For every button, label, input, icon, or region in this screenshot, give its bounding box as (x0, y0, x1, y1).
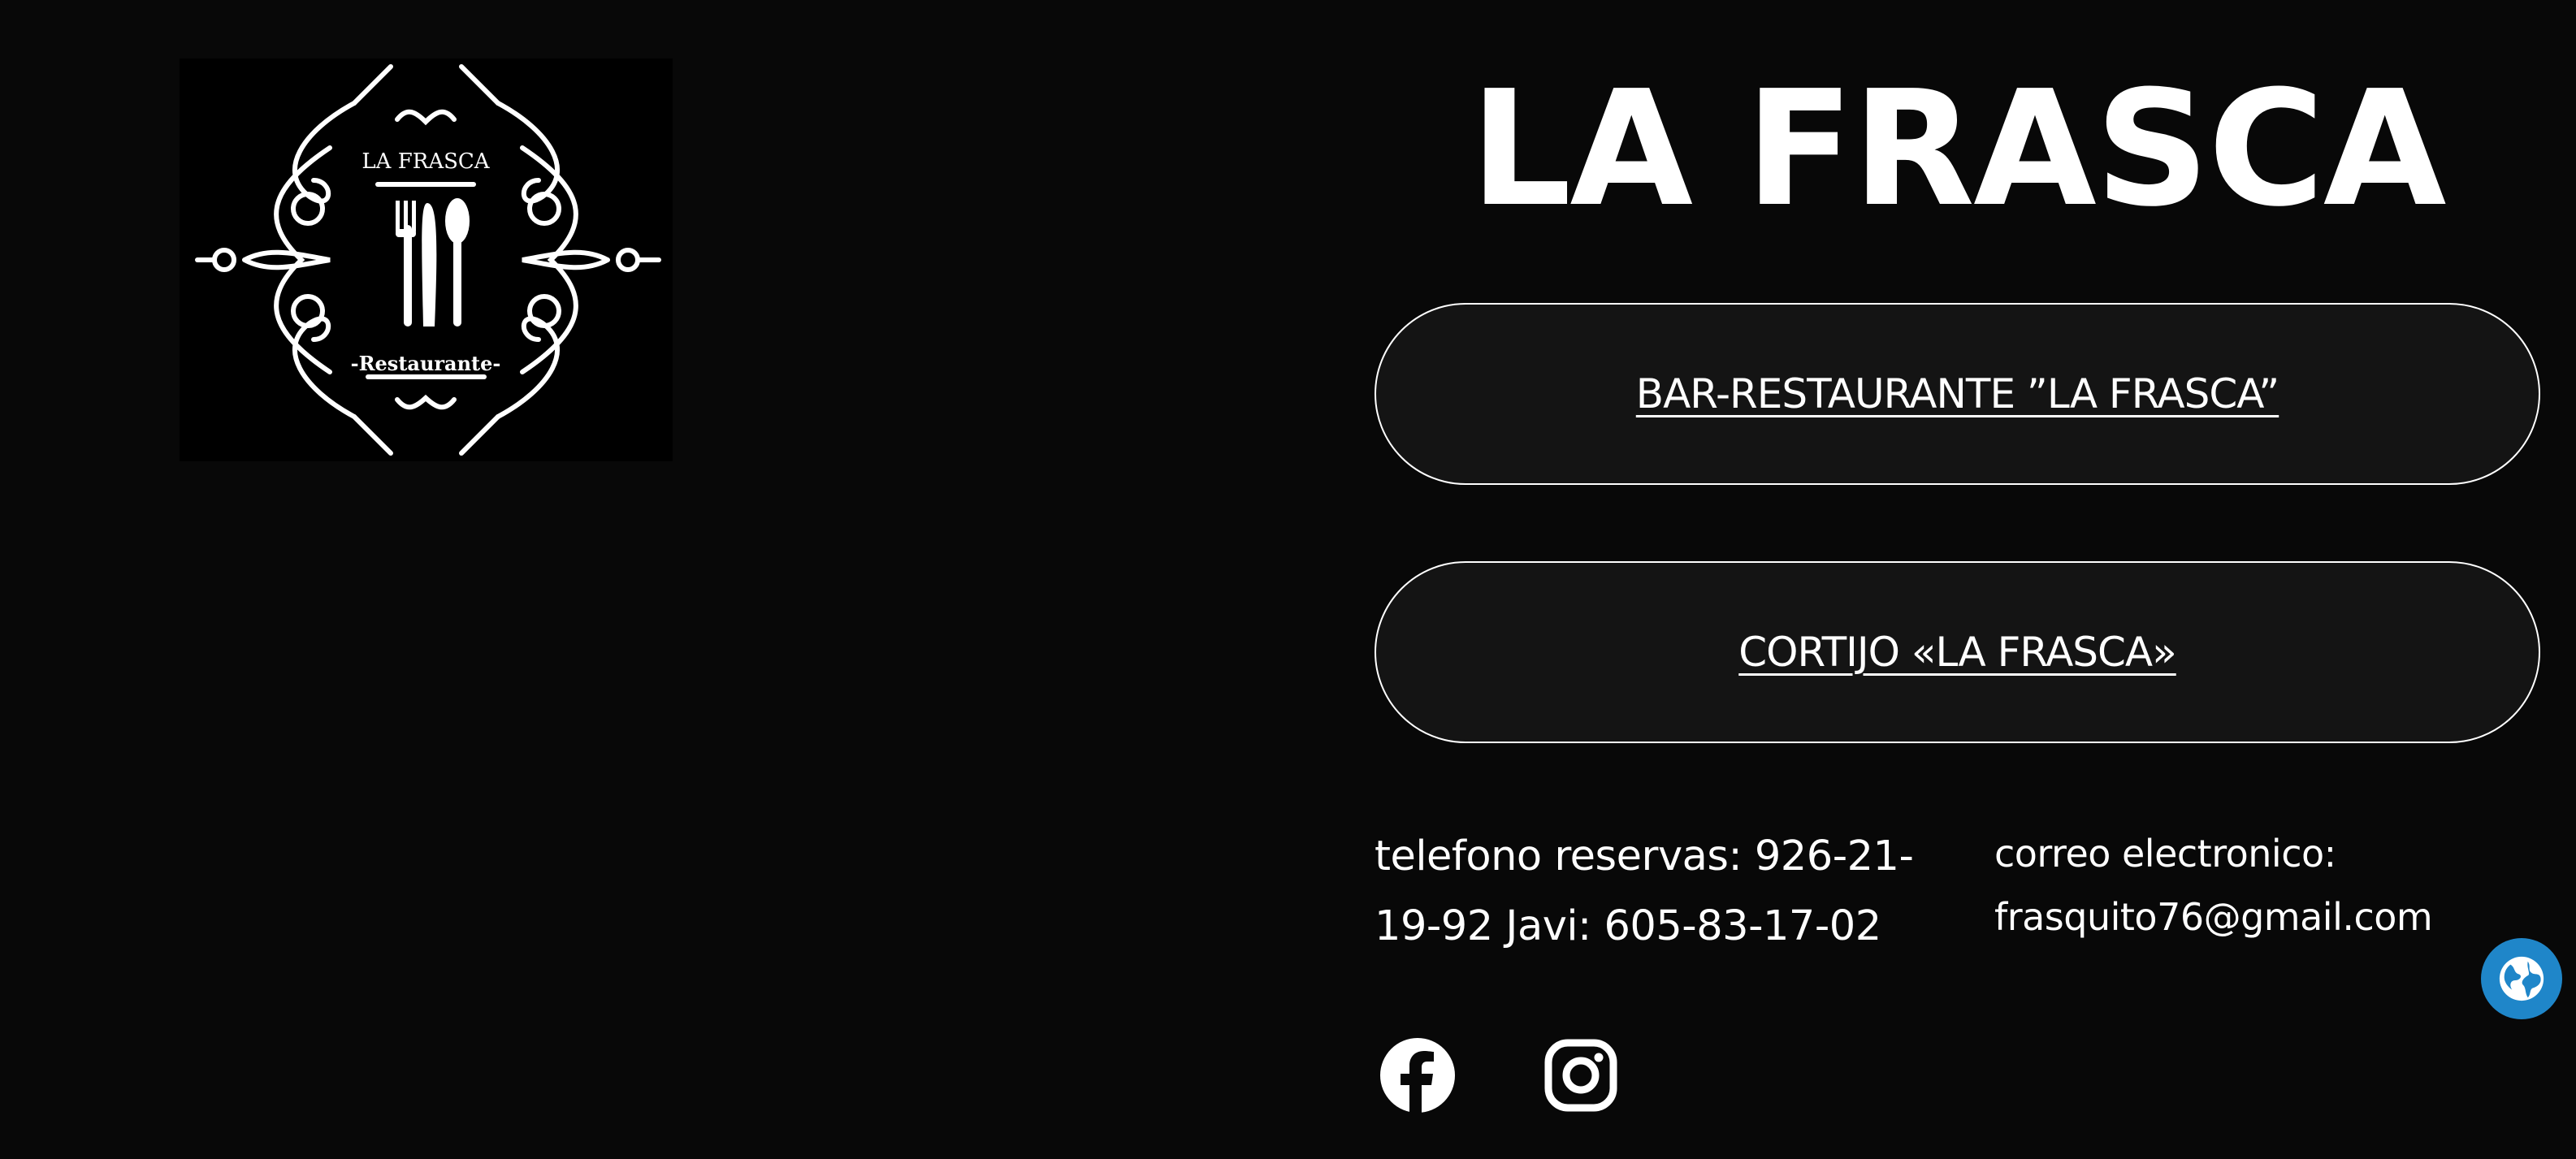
restaurant-logo-graphic: LA FRASCA -Restaurante- (195, 64, 661, 456)
instagram-icon[interactable] (1542, 1036, 1620, 1114)
email-label: correo electronico: (1994, 832, 2336, 876)
language-globe-button[interactable] (2481, 938, 2562, 1019)
globe-icon (2499, 956, 2544, 1001)
restaurant-logo: LA FRASCA -Restaurante- (180, 58, 673, 461)
phone-reservations-text: telefono reservas: 926-21-19-92 Javi: 60… (1375, 832, 1914, 950)
cortijo-label: CORTIJO «LA FRASCA» (1738, 629, 2176, 676)
bar-restaurante-label: BAR-RESTAURANTE ”LA FRASCA” (1635, 370, 2279, 417)
email-address[interactable]: frasquito76@gmail.com (1994, 885, 2514, 949)
facebook-icon[interactable] (1379, 1036, 1457, 1114)
site-title: LA FRASCA (1470, 57, 2446, 242)
email-block: correo electronico: frasquito76@gmail.co… (1994, 822, 2514, 949)
bar-restaurante-button[interactable]: BAR-RESTAURANTE ”LA FRASCA” (1375, 303, 2540, 485)
logo-subtitle-text: -Restaurante- (351, 352, 501, 375)
cortijo-button[interactable]: CORTIJO «LA FRASCA» (1375, 561, 2540, 743)
logo-name-text: LA FRASCA (362, 149, 490, 174)
